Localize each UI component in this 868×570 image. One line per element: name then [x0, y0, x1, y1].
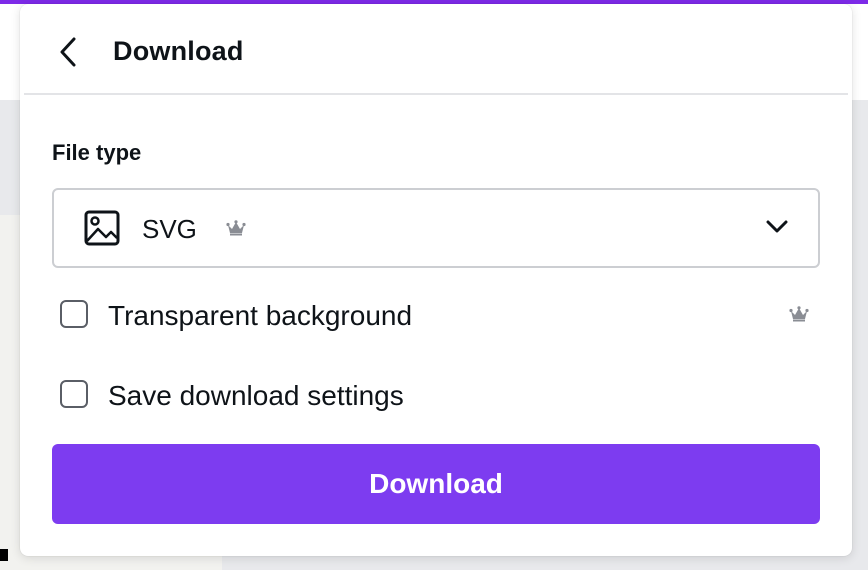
crown-icon: [789, 306, 809, 322]
file-type-value: SVG: [142, 214, 197, 244]
transparent-background-checkbox[interactable]: [60, 300, 88, 328]
chevron-down-icon: [766, 220, 788, 233]
file-type-dropdown[interactable]: SVG: [52, 188, 820, 268]
save-settings-label: Save download settings: [108, 380, 404, 411]
download-button[interactable]: Download: [52, 444, 820, 524]
back-button[interactable]: [50, 34, 86, 70]
save-settings-option[interactable]: Save download settings: [60, 376, 820, 416]
header-divider: [24, 93, 848, 95]
chevron-left-icon: [60, 37, 76, 67]
transparent-background-option[interactable]: Transparent background: [60, 296, 820, 336]
canvas-element: [0, 549, 8, 561]
image-icon: [84, 210, 120, 246]
download-panel: Download File type SVG Transparent backg…: [20, 4, 852, 556]
panel-header: Download: [20, 4, 852, 93]
crown-icon: [226, 220, 246, 236]
file-type-label: File type: [52, 140, 142, 165]
transparent-background-label: Transparent background: [108, 300, 413, 331]
save-settings-checkbox[interactable]: [60, 380, 88, 408]
panel-title: Download: [113, 36, 244, 66]
